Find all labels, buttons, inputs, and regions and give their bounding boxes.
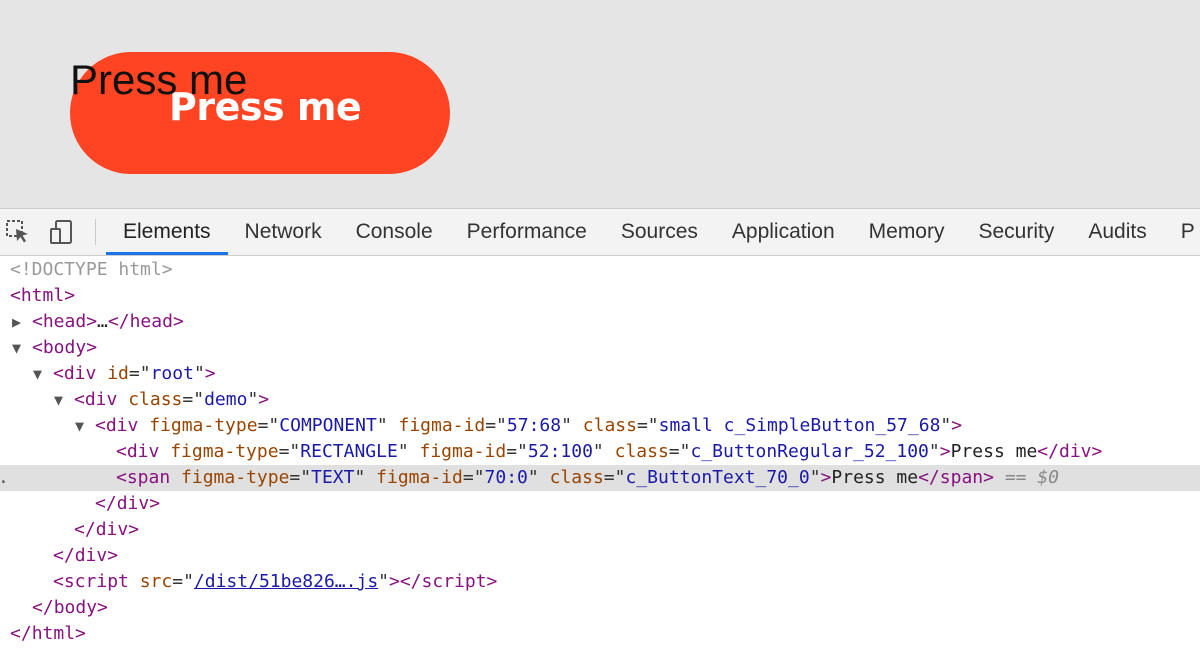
tab-network[interactable]: Network — [228, 209, 339, 255]
dom-node-close-body[interactable]: </body> — [0, 595, 1200, 621]
page-preview: Press me Press me — [0, 0, 1200, 208]
dom-node-demo[interactable]: ▼ <div class="demo"> — [0, 387, 1200, 413]
devtools-toolbar: Elements Network Console Performance Sou… — [0, 209, 1200, 256]
dom-node-component[interactable]: ▼ <div figma-type="COMPONENT" figma-id="5… — [0, 413, 1200, 439]
devtools-tabs: Elements Network Console Performance Sou… — [106, 209, 1200, 255]
selected-node-marker: == $0 — [1004, 467, 1060, 488]
dom-node-doctype[interactable]: <!DOCTYPE html> — [0, 257, 1200, 283]
selection-dots: . — [0, 465, 9, 491]
collapse-triangle-icon[interactable]: ▼ — [33, 361, 53, 387]
tab-overflow[interactable]: P — [1164, 209, 1200, 255]
dom-node-close-html[interactable]: </html> — [0, 621, 1200, 647]
collapse-triangle-icon[interactable]: ▼ — [54, 387, 74, 413]
dom-node-head[interactable]: ▶ <head>…</head> — [0, 309, 1200, 335]
tab-console[interactable]: Console — [339, 209, 450, 255]
dom-node-script[interactable]: <script src="/dist/51be826….js"></script… — [0, 569, 1200, 595]
devtools-panel: Elements Network Console Performance Sou… — [0, 208, 1200, 670]
dom-node-close-component[interactable]: </div> — [0, 491, 1200, 517]
collapse-triangle-icon[interactable]: ▼ — [12, 335, 32, 361]
tab-security[interactable]: Security — [961, 209, 1071, 255]
overlay-text-label: Press me — [70, 56, 248, 103]
dom-node-close-root[interactable]: </div> — [0, 543, 1200, 569]
dom-node-rectangle[interactable]: <div figma-type="RECTANGLE" figma-id="52… — [0, 439, 1200, 465]
tab-audits[interactable]: Audits — [1071, 209, 1163, 255]
dom-node-text-span-selected[interactable]: .<span figma-type="TEXT" figma-id="70:0"… — [0, 465, 1200, 491]
dom-node-html[interactable]: <html> — [0, 283, 1200, 309]
dom-tree: <!DOCTYPE html> <html> ▶ <head>…</head> ▼… — [0, 257, 1200, 667]
tab-application[interactable]: Application — [715, 209, 852, 255]
script-src-link[interactable]: /dist/51be826….js — [194, 571, 378, 592]
tab-elements[interactable]: Elements — [106, 209, 228, 255]
expand-triangle-icon[interactable]: ▶ — [12, 309, 32, 335]
dom-node-close-demo[interactable]: </div> — [0, 517, 1200, 543]
tab-sources[interactable]: Sources — [604, 209, 715, 255]
collapse-triangle-icon[interactable]: ▼ — [75, 413, 95, 439]
device-toggle-icon[interactable] — [48, 218, 76, 246]
tab-performance[interactable]: Performance — [450, 209, 604, 255]
dom-node-body[interactable]: ▼ <body> — [0, 335, 1200, 361]
inspect-element-icon[interactable] — [4, 218, 32, 246]
tab-memory[interactable]: Memory — [852, 209, 962, 255]
dom-node-root[interactable]: ▼ <div id="root"> — [0, 361, 1200, 387]
toolbar-divider — [95, 219, 96, 245]
